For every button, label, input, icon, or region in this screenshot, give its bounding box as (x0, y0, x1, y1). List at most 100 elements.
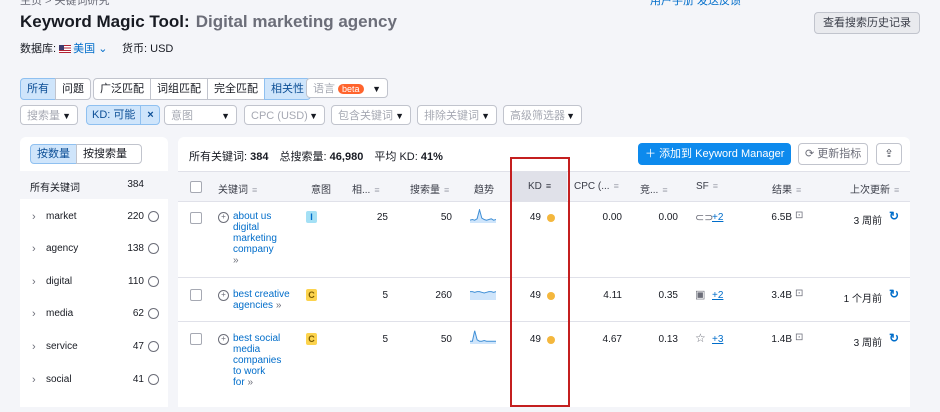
col-results[interactable]: 结果 ≡ (772, 181, 804, 196)
cpc-value: 4.11 (603, 290, 622, 301)
cpc-filter[interactable]: CPC (USD) ▼ (244, 105, 325, 125)
intent-badge: I (306, 211, 317, 223)
tab-related[interactable]: 相关性 (264, 78, 311, 100)
chevron-right-icon[interactable]: › (32, 243, 36, 255)
col-serp-features[interactable]: SF ≡ (696, 181, 721, 192)
summary-stats: 所有关键词: 384 总搜索量: 46,980 平均 KD: 41% (189, 148, 451, 164)
group-keyword: social (46, 374, 72, 385)
group-keyword: market (46, 211, 77, 222)
all-keywords-group[interactable]: 所有关键词 384 (20, 171, 168, 199)
group-item[interactable]: › media 62 (20, 306, 168, 326)
serp-preview-icon[interactable]: ⊡ (795, 332, 803, 343)
seed-keyword: Digital marketing agency (195, 12, 397, 31)
serp-preview-icon[interactable]: ⊡ (795, 288, 803, 299)
search-history-button[interactable]: 查看搜索历史记录 (814, 12, 920, 34)
intent-badge: C (306, 333, 317, 345)
exclude-keywords-filter[interactable]: 排除关键词 ▼ (417, 105, 497, 125)
tab-broad-match[interactable]: 广泛匹配 (93, 78, 151, 100)
eye-icon[interactable] (148, 276, 159, 287)
results-value: 6.5B (771, 212, 792, 223)
eye-icon[interactable] (148, 211, 159, 222)
add-keyword-icon[interactable]: + (218, 290, 229, 301)
volume-filter[interactable]: 搜索量 ▼ (20, 105, 78, 125)
col-last-updated[interactable]: 上次更新 ≡ (850, 181, 902, 196)
tab-all[interactable]: 所有 (20, 78, 56, 100)
group-count: 62 (132, 308, 144, 319)
export-icon[interactable]: ⇪ (876, 143, 902, 165)
intent-filter[interactable]: 意图 ▼ (164, 105, 237, 125)
group-count: 47 (132, 341, 144, 352)
language-dropdown[interactable]: 语言 beta ▼ (306, 78, 388, 98)
add-keyword-icon[interactable]: + (218, 334, 229, 345)
refresh-icon[interactable]: ↻ (889, 287, 899, 301)
chevron-right-icon[interactable]: › (32, 374, 36, 386)
col-keyword[interactable]: 关键词 ≡ (218, 181, 260, 196)
col-related[interactable]: 相... ≡ (352, 181, 382, 196)
breadcrumb[interactable]: 主页 > 关键词研究 (20, 0, 110, 8)
kd-filter-value[interactable]: KD: 可能 (86, 105, 142, 125)
col-cpc[interactable]: CPC (... ≡ (574, 181, 622, 192)
close-icon[interactable]: × (140, 105, 161, 125)
include-keywords-filter[interactable]: 包含关键词 ▼ (331, 105, 411, 125)
advanced-filters[interactable]: 高级筛选器 ▼ (503, 105, 582, 125)
chevron-right-icon[interactable]: › (32, 308, 36, 320)
group-item[interactable]: › agency 138 (20, 241, 168, 261)
refresh-icon[interactable]: ↻ (889, 209, 899, 223)
group-item[interactable]: › digital 110 (20, 274, 168, 294)
sort-icon: ≡ (252, 185, 258, 195)
match-scope-tabs: 广泛匹配 词组匹配 完全匹配 相关性 (93, 78, 311, 100)
keyword-groups-panel: 按数量 按搜索量 所有关键词 384 › market 220 › agency… (20, 137, 168, 407)
tab-questions[interactable]: 问题 (55, 78, 91, 100)
results-value: 1.4B (771, 334, 792, 345)
row-checkbox[interactable] (190, 333, 202, 345)
tab-phrase-match[interactable]: 词组匹配 (150, 78, 208, 100)
refresh-metrics-button[interactable]: ⟳ 更新指标 (798, 143, 869, 165)
database-value[interactable]: 美国 (73, 43, 95, 55)
intent-badge: C (306, 289, 317, 301)
serp-preview-icon[interactable]: ⊡ (795, 210, 803, 221)
chevron-right-icon[interactable]: › (32, 276, 36, 288)
chevron-down-icon[interactable]: ⌄ (98, 43, 107, 55)
group-item[interactable]: › social 41 (20, 372, 168, 392)
all-keywords-count: 384 (127, 179, 144, 190)
col-intent[interactable]: 意图 (311, 181, 331, 196)
trend-line (470, 209, 496, 221)
serp-features-more[interactable]: +3 (712, 334, 723, 345)
last-updated-value: 3 周前 (853, 216, 882, 227)
row-checkbox[interactable] (190, 212, 202, 224)
refresh-icon[interactable]: ↻ (889, 331, 899, 345)
sort-icon: ≡ (712, 181, 719, 191)
col-competition[interactable]: 竞... ≡ (640, 181, 670, 196)
tab-exact-match[interactable]: 完全匹配 (207, 78, 265, 100)
eye-icon[interactable] (148, 341, 159, 352)
chevron-down-icon: ▼ (372, 84, 381, 94)
volume-value: 50 (440, 212, 452, 223)
chevron-right-icon[interactable]: › (32, 211, 36, 223)
group-item[interactable]: › service 47 (20, 339, 168, 359)
add-keyword-icon[interactable]: + (218, 212, 229, 223)
serp-features-more[interactable]: +2 (712, 212, 723, 223)
eye-icon[interactable] (148, 243, 159, 254)
group-keyword: agency (46, 243, 79, 254)
sort-icon: ≡ (796, 185, 802, 195)
chevron-right-icon[interactable]: › (32, 341, 36, 353)
serp-features-more[interactable]: +2 (712, 290, 723, 301)
chevron-down-icon: ▼ (395, 111, 404, 121)
database-selector[interactable]: 数据库: 美国 ⌄ (20, 40, 107, 56)
keyword-link[interactable]: best creative agencies » (233, 289, 298, 311)
sort-by-count-button[interactable]: 按数量 (30, 144, 77, 164)
kd-filter[interactable]: KD: 可能 × (86, 105, 161, 125)
col-volume[interactable]: 搜索量 ≡ (410, 181, 452, 196)
match-type-tabs: 所有 问题 (20, 78, 91, 100)
select-all-checkbox[interactable] (190, 181, 202, 193)
eye-icon[interactable] (148, 374, 159, 385)
keyword-link[interactable]: about us digital marketing company » (233, 211, 288, 266)
group-item[interactable]: › market 220 (20, 209, 168, 229)
row-checkbox[interactable] (190, 289, 202, 301)
add-to-keyword-manager-button[interactable]: ＋ 添加到 Keyword Manager (638, 143, 792, 165)
keyword-link[interactable]: best social media companies to work for » (233, 333, 288, 388)
sort-by-volume-button[interactable]: 按搜索量 (76, 144, 142, 164)
eye-icon[interactable] (148, 308, 159, 319)
top-right-links[interactable]: 用户手册 发送反馈 (650, 0, 741, 8)
all-keywords-label: 所有关键词 (30, 183, 80, 194)
